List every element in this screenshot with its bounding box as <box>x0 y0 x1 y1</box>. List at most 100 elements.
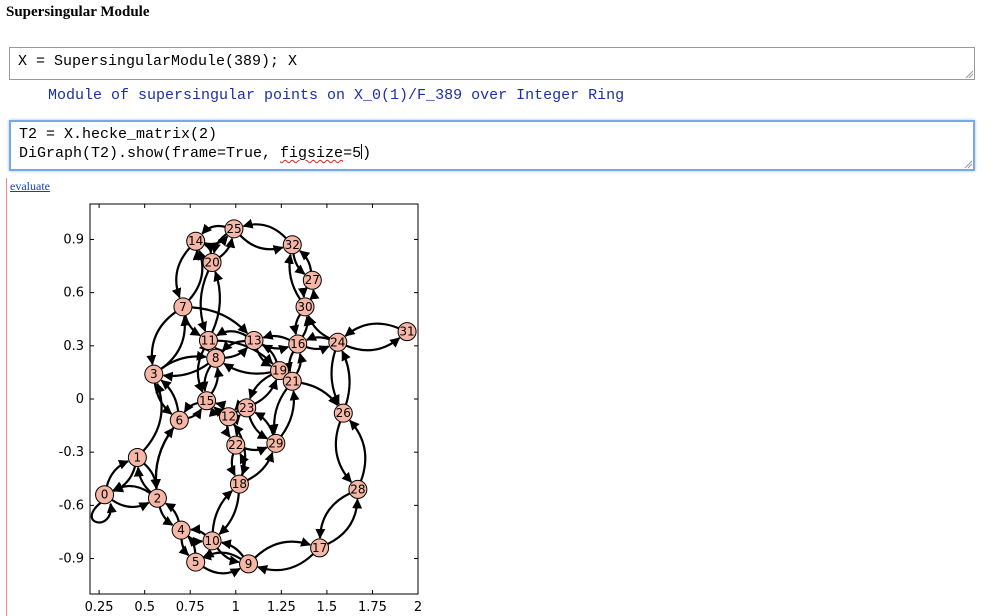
resize-grip-icon[interactable] <box>965 70 973 78</box>
y-tick-label: 0.9 <box>63 232 84 247</box>
node-label-2: 2 <box>154 491 162 505</box>
node-label-28: 28 <box>350 482 365 496</box>
edge-16-13 <box>262 330 291 342</box>
node-label-22: 22 <box>228 438 243 452</box>
edge-0-1 <box>105 460 130 487</box>
y-tick-label: -0.6 <box>59 498 84 513</box>
cell-2-line-2-suffix: =5 <box>343 145 362 162</box>
cell-2-line-1[interactable]: T2 = X.hecke_matrix(2) <box>19 125 965 144</box>
node-label-32: 32 <box>285 238 300 252</box>
node-label-5: 5 <box>192 555 200 569</box>
edge-29-21 <box>280 390 300 437</box>
edge-17-9 <box>257 553 314 575</box>
node-label-31: 31 <box>399 325 414 339</box>
node-label-17: 17 <box>312 541 327 555</box>
edge-1-2 <box>143 462 161 490</box>
edge-32-27 <box>292 253 306 275</box>
page-title: Supersingular Module <box>6 4 150 20</box>
edge-16-21 <box>282 351 295 373</box>
edge-21-29 <box>268 387 288 435</box>
cell-2-line-2[interactable]: DiGraph(T2).show(frame=True, figsize=5) <box>19 144 965 163</box>
edge-12-15 <box>215 400 227 411</box>
edge-24-16 <box>305 331 330 341</box>
evaluate-link[interactable]: evaluate <box>10 179 50 194</box>
y-tick-label: 0 <box>76 392 84 407</box>
edge-5-9 <box>202 566 241 578</box>
edge-6-15 <box>187 408 203 420</box>
edge-27-30 <box>297 286 308 298</box>
edge-8-15 <box>198 365 212 392</box>
input-cell-2[interactable]: T2 = X.hecke_matrix(2) DiGraph(T2).show(… <box>9 120 975 171</box>
edge-24-30 <box>307 315 331 340</box>
edge-11-15 <box>194 347 206 393</box>
edge-7-11 <box>184 315 201 337</box>
edge-25-32 <box>239 234 284 255</box>
edge-0-2 <box>111 498 150 512</box>
node-label-3: 3 <box>150 367 158 381</box>
edge-22-29 <box>243 446 268 456</box>
edge-16-24 <box>305 345 330 355</box>
node-label-0: 0 <box>101 488 109 502</box>
edge-20-14 <box>204 243 216 254</box>
edge-16-30 <box>301 315 314 338</box>
x-tick-label: 0.5 <box>134 600 155 615</box>
node-label-30: 30 <box>297 300 312 314</box>
node-label-1: 1 <box>134 451 142 465</box>
edge-7-14 <box>188 249 207 301</box>
node-label-13: 13 <box>246 334 261 348</box>
node-label-18: 18 <box>232 477 247 491</box>
cell-2-line-2-prefix: DiGraph(T2).show(frame=True, <box>19 145 281 162</box>
node-label-8: 8 <box>212 351 220 365</box>
edge-6-2 <box>150 426 175 490</box>
node-label-26: 26 <box>336 406 351 420</box>
node-label-7: 7 <box>179 300 187 314</box>
node-label-24: 24 <box>330 335 345 349</box>
node-label-29: 29 <box>268 436 283 450</box>
y-tick-label: -0.9 <box>59 552 84 567</box>
misspelled-word: figsize <box>280 145 344 162</box>
edge-13-11 <box>216 326 247 337</box>
edge-30-27 <box>309 289 320 301</box>
node-label-10: 10 <box>204 534 219 548</box>
x-tick-label: 1.5 <box>317 600 338 615</box>
edge-25-14 <box>201 223 226 235</box>
edge-32-25 <box>242 218 287 240</box>
edge-0-0 <box>90 501 117 524</box>
node-label-4: 4 <box>177 523 185 537</box>
x-tick-label: 0.25 <box>85 600 114 615</box>
edge-22-18 <box>226 453 236 477</box>
edge-18-29 <box>246 451 275 482</box>
node-label-25: 25 <box>226 222 241 236</box>
edge-1-3 <box>142 382 165 452</box>
x-tick-label: 2 <box>414 600 422 615</box>
node-label-21: 21 <box>285 374 300 388</box>
resize-grip-icon[interactable] <box>964 160 972 168</box>
cell-1-code[interactable]: X = SupersingularModule(389); X <box>18 52 966 71</box>
x-tick-label: 1.75 <box>358 600 387 615</box>
edge-26-28 <box>334 421 353 483</box>
edge-9-17 <box>254 537 312 559</box>
edge-24-31 <box>345 337 401 352</box>
output-cell-1: Module of supersingular points on X_0(1)… <box>48 87 625 104</box>
edge-11-20 <box>211 271 224 333</box>
edge-10-4 <box>190 524 206 536</box>
node-label-12: 12 <box>221 410 236 424</box>
node-label-9: 9 <box>245 557 253 571</box>
plot-frame <box>89 203 419 595</box>
edge-21-16 <box>295 352 308 375</box>
edge-15-8 <box>210 367 224 394</box>
input-cell-1[interactable]: X = SupersingularModule(389); X <box>9 47 975 80</box>
edge-12-22 <box>220 425 231 438</box>
y-tick-label: -0.3 <box>59 445 84 460</box>
edge-26-24 <box>341 350 351 405</box>
node-label-15: 15 <box>199 394 214 408</box>
edge-27-32 <box>299 250 313 272</box>
edge-7-3 <box>146 311 177 366</box>
edge-31-24 <box>344 322 400 337</box>
edge-15-6 <box>183 401 199 413</box>
digraph-plot: 0123456789101112131415161718192021222324… <box>59 203 422 615</box>
node-label-16: 16 <box>290 337 305 351</box>
edge-8-3 <box>162 362 210 382</box>
node-label-27: 27 <box>305 273 320 287</box>
edge-14-7 <box>171 247 191 299</box>
